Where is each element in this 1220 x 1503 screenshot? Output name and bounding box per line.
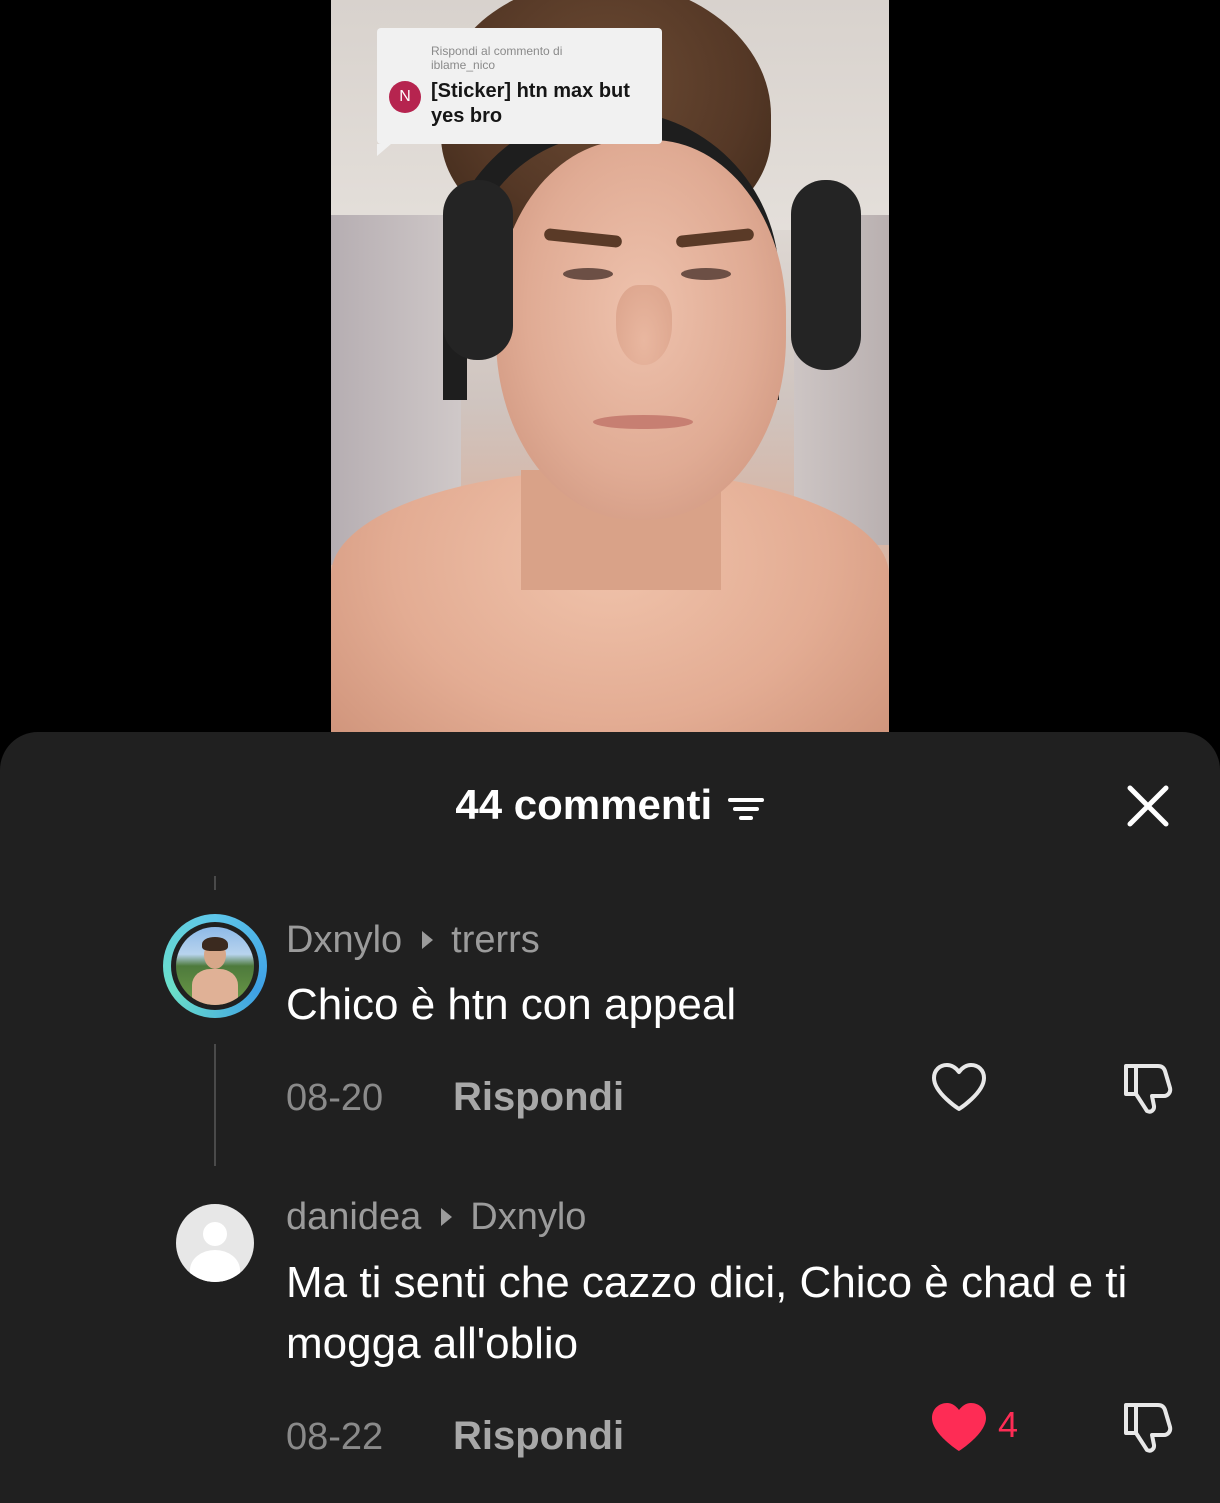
comment-meta: danidea Dxnylo bbox=[286, 1195, 586, 1239]
comments-header: 44 commenti bbox=[0, 780, 1220, 830]
headphones-cup bbox=[443, 180, 513, 360]
filter-icon[interactable] bbox=[727, 794, 765, 829]
like-count: 4 bbox=[998, 1404, 1019, 1445]
comment-meta: Dxnylo trerrs bbox=[286, 918, 540, 962]
comment-text: Chico è htn con appeal bbox=[286, 980, 737, 1029]
reply-button[interactable]: Rispondi bbox=[453, 1414, 624, 1458]
video-person-mouth bbox=[593, 415, 693, 429]
thread-line bbox=[214, 876, 216, 890]
like-button[interactable] bbox=[930, 1062, 988, 1114]
comment-reply-to[interactable]: trerrs bbox=[451, 919, 540, 961]
thumbs-down-icon bbox=[1124, 1403, 1173, 1453]
sticker-caption: Rispondi al commento di iblame_nico bbox=[431, 44, 563, 72]
like-button[interactable] bbox=[930, 1402, 988, 1454]
comment-date: 08-22 bbox=[286, 1416, 384, 1458]
avatar[interactable] bbox=[163, 914, 267, 1018]
dislike-button[interactable] bbox=[1118, 1058, 1176, 1116]
heart-icon bbox=[932, 1063, 986, 1111]
video-person-eye bbox=[563, 268, 613, 280]
avatar-photo bbox=[176, 927, 254, 1005]
sticker-avatar: N bbox=[389, 81, 421, 113]
video-person-nose bbox=[616, 285, 672, 365]
comment-text: Ma ti senti che cazzo dici, Chico è chad… bbox=[286, 1258, 1128, 1368]
reply-button[interactable]: Rispondi bbox=[453, 1075, 624, 1119]
comments-count-title: 44 commenti bbox=[455, 781, 713, 828]
dislike-button[interactable] bbox=[1118, 1397, 1176, 1455]
comments-panel: 44 commenti Dxnylo trerrs Chico è htn co… bbox=[0, 732, 1220, 1503]
thread-line bbox=[214, 1044, 216, 1166]
sticker-comment-text: [Sticker] htn max but yes bro bbox=[431, 80, 630, 127]
reply-comment-sticker[interactable]: Rispondi al commento di iblame_nico N [S… bbox=[377, 28, 662, 156]
comment-author[interactable]: danidea bbox=[286, 1196, 421, 1238]
reply-arrow-icon bbox=[422, 930, 434, 949]
headphones-cup bbox=[791, 180, 861, 370]
comment-date: 08-20 bbox=[286, 1077, 384, 1119]
heart-icon bbox=[932, 1403, 986, 1451]
comment-author[interactable]: Dxnylo bbox=[286, 919, 402, 961]
thumbs-down-icon bbox=[1124, 1064, 1173, 1114]
close-button[interactable] bbox=[1122, 780, 1174, 832]
comment-reply-to[interactable]: Dxnylo bbox=[470, 1196, 586, 1238]
close-icon bbox=[1127, 785, 1169, 827]
avatar[interactable] bbox=[176, 1204, 254, 1282]
video-person-eye bbox=[681, 268, 731, 280]
reply-arrow-icon bbox=[441, 1207, 453, 1226]
